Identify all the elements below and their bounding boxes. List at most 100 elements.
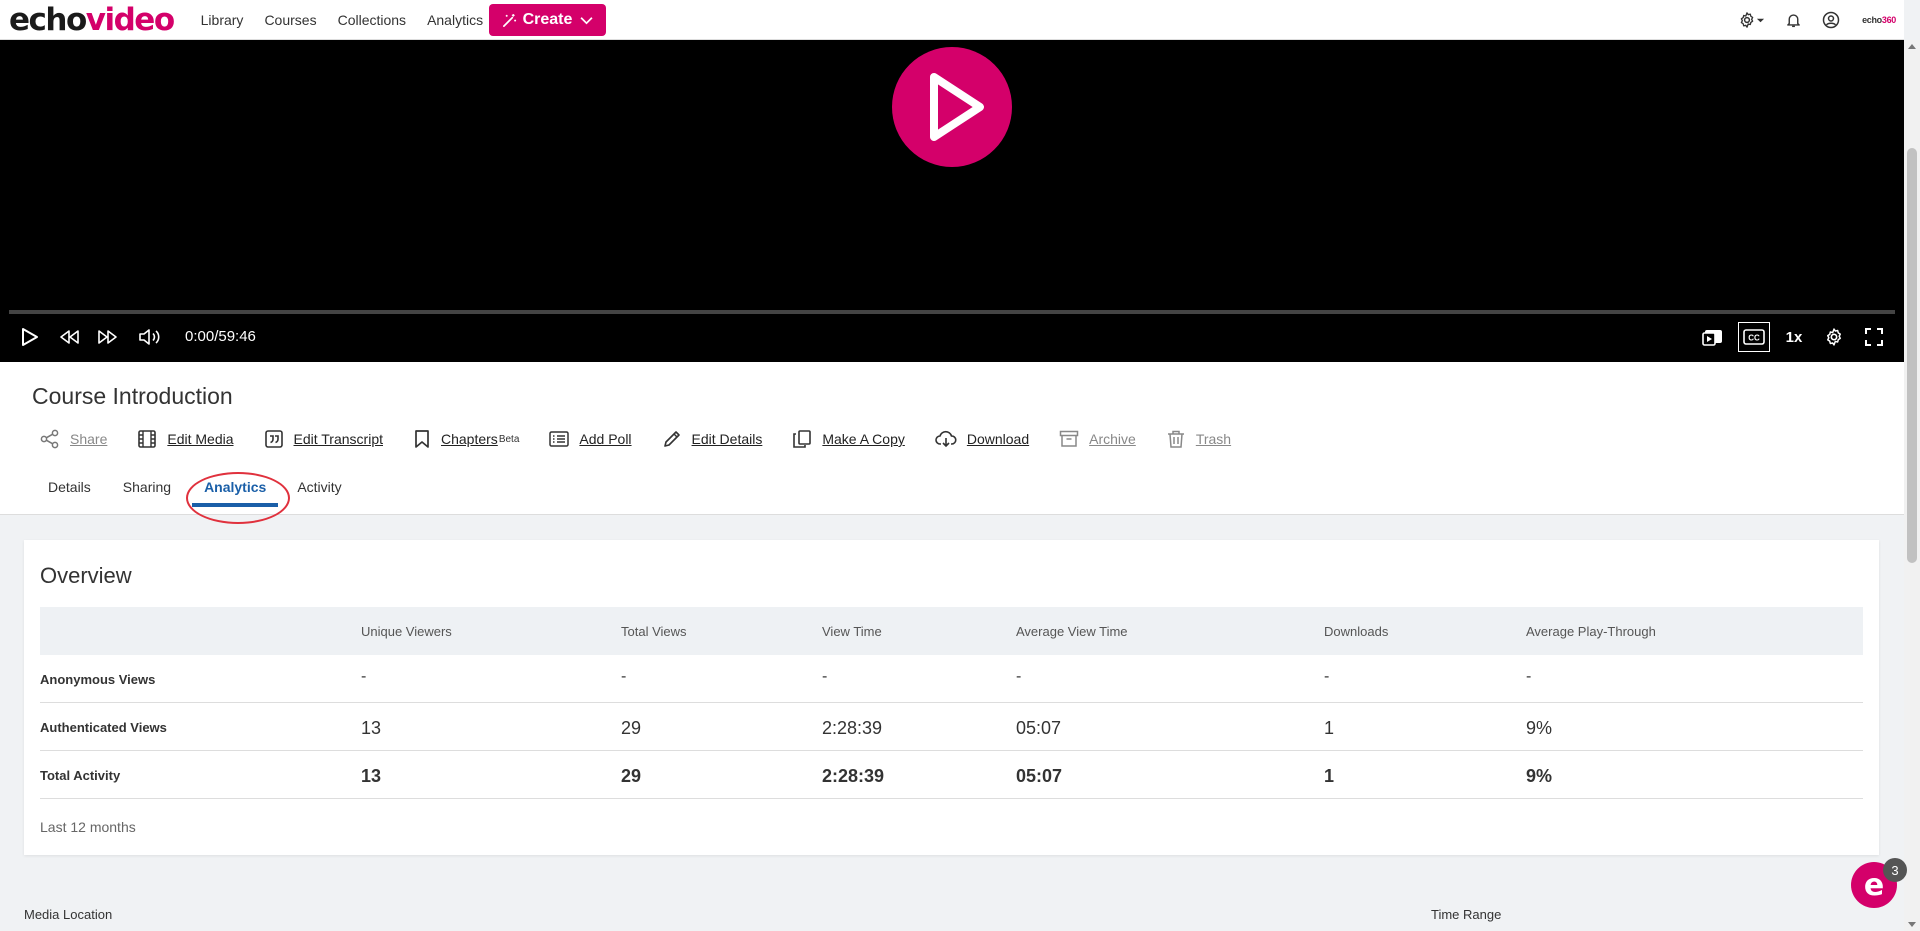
edit-details-action-label: Edit Details [691,431,763,447]
tab-sharing[interactable]: Sharing [123,473,171,505]
table-cell: - [822,668,828,685]
column-header: Unique Viewers [361,624,452,639]
logo-echo-text: echo [9,1,87,38]
scrollbar-thumb[interactable] [1907,148,1917,563]
playback-speed-button[interactable]: 1x [1781,322,1807,352]
scroll-up-arrow-icon[interactable] [1908,44,1916,49]
media-title: Course Introduction [32,383,233,409]
chapters-action[interactable]: Chapters Beta [413,429,519,449]
trash-action-label: Trash [1195,431,1232,447]
add-poll-action-label: Add Poll [579,431,632,447]
playback-speed-label: 1x [1785,328,1803,346]
archive-action-label: Archive [1089,431,1136,447]
rewind-button[interactable] [57,322,81,352]
nav-library[interactable]: Library [201,12,244,28]
share-action-label: Share [70,431,108,447]
table-cell: 29 [621,766,642,786]
table-row: Total Activity 13 29 2:28:39 05:07 1 9% [40,751,1863,799]
fast-forward-icon [98,330,117,344]
trash-action[interactable]: Trash [1166,429,1231,449]
table-cell: 05:07 [1016,718,1062,738]
table-cell: 13 [361,766,382,786]
chapters-action-label: Chapters [441,431,498,447]
column-header: Total Views [621,624,687,639]
settings-gear-icon [1740,12,1754,28]
create-button[interactable]: Create [489,4,606,36]
archive-action[interactable]: Archive [1059,429,1136,449]
tab-activity[interactable]: Activity [297,473,341,505]
trash-icon [1167,430,1184,448]
cloud-download-icon [935,430,957,448]
make-a-copy-action[interactable]: Make A Copy [792,429,905,449]
rewind-icon [60,330,79,344]
table-cell: 29 [621,718,642,738]
play-small-icon [22,328,38,346]
column-header: Downloads [1324,624,1389,639]
share-action[interactable]: Share [40,429,107,449]
picture-in-picture-icon [1702,330,1722,346]
progress-bar[interactable] [9,310,1895,314]
edit-transcript-action[interactable]: Edit Transcript [264,429,383,449]
page-scrollbar[interactable] [1904,40,1920,931]
big-play-button[interactable] [892,47,1012,167]
notifications-button[interactable] [1785,11,1802,29]
user-circle-icon [1822,11,1840,29]
bell-icon [1787,14,1800,28]
player-settings-button[interactable] [1821,322,1847,352]
table-row: Authenticated Views 13 29 2:28:39 05:07 … [40,703,1863,751]
share-icon [40,429,59,449]
user-profile-button[interactable] [1822,11,1840,29]
table-header-row: Unique Viewers Total Views View Time Ave… [40,607,1863,655]
nav-analytics[interactable]: Analytics [427,12,483,28]
play-button[interactable] [18,322,42,352]
closed-captions-icon: CC [1743,329,1765,345]
table-cell: 9% [1526,718,1553,738]
column-header: Average Play-Through [1526,624,1656,639]
archive-icon [1059,430,1079,447]
download-action-label: Download [966,431,1030,447]
list-icon [549,431,570,447]
nav-right-tools: echo360 [1718,0,1896,40]
logo-video-text: video [85,1,175,38]
fullscreen-button[interactable] [1861,322,1887,352]
nav-courses[interactable]: Courses [264,12,316,28]
nav-collections[interactable]: Collections [338,12,406,28]
edit-media-action-label: Edit Media [167,431,234,447]
row-label: Anonymous Views [40,672,156,687]
media-location-heading: Media Location [24,907,113,922]
time-period-note: Last 12 months [40,819,136,835]
caret-down-icon [1756,18,1765,22]
scroll-down-arrow-icon[interactable] [1908,922,1916,927]
make-a-copy-action-label: Make A Copy [822,431,905,447]
volume-button[interactable] [137,322,163,352]
settings-menu-button[interactable] [1738,11,1765,29]
add-poll-action[interactable]: Add Poll [549,429,632,449]
edit-details-action[interactable]: Edit Details [662,429,763,449]
table-cell: 1 [1324,766,1335,786]
tab-details[interactable]: Details [48,473,91,505]
echovideo-logo[interactable]: echovideo [9,0,175,40]
edit-media-action[interactable]: Edit Media [137,429,234,449]
video-player[interactable]: 0:00/59:46 CC 1x [0,40,1904,362]
closed-captions-button[interactable]: CC [1738,322,1770,352]
table-cell: 05:07 [1016,766,1063,786]
create-button-label: Create [522,11,573,28]
picture-in-picture-button[interactable] [1700,322,1726,352]
beta-superscript: Beta [498,433,520,445]
download-action[interactable]: Download [935,429,1029,449]
chevron-down-icon [580,16,593,24]
table-row: Anonymous Views - - - - - - [40,655,1863,703]
media-actions-toolbar: Share Edit Media Edit Transcript Chapter… [40,429,1261,449]
table-cell: - [1016,668,1022,685]
table-cell: - [1324,668,1330,685]
table-cell: 2:28:39 [822,766,885,786]
row-label: Authenticated Views [40,720,167,735]
column-header: Average View Time [1016,624,1128,639]
fast-forward-button[interactable] [96,322,120,352]
overview-title: Overview [40,563,132,588]
chat-notification-badge: 3 [1883,858,1907,882]
table-cell: - [361,668,367,685]
settings-gear-icon [1827,328,1841,346]
echo360-logo-text-a: echo [1862,15,1882,25]
table-cell: 1 [1324,718,1335,738]
